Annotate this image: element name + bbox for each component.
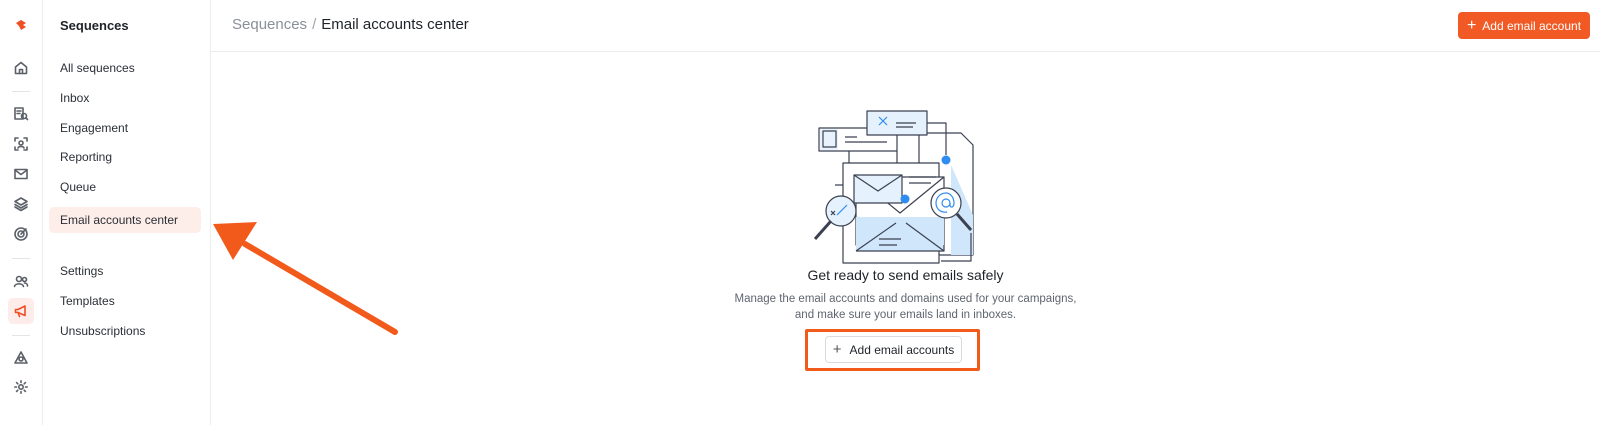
home-icon[interactable] [8,55,34,81]
plus-icon: + [832,341,842,358]
rail-divider [12,91,30,92]
sidebar-item-reporting[interactable]: Reporting [49,144,201,170]
empty-state-description: Manage the email accounts and domains us… [211,291,1600,323]
layers-icon[interactable] [8,191,34,217]
people-icon[interactable] [8,268,34,294]
add-email-account-button[interactable]: + Add email account [1458,12,1590,39]
plus-icon: + [1466,16,1477,34]
breadcrumb: Sequences / Email accounts center [232,16,469,33]
rail-divider [12,258,30,259]
sidebar-heading: Sequences [60,18,129,33]
prospect-search-icon[interactable] [8,101,34,127]
top-bar: Sequences / Email accounts center + Add em… [211,0,1600,52]
main-content: Get ready to send emails safely Manage t… [211,53,1600,425]
description-line-1: Manage the email accounts and domains us… [734,293,1077,305]
page-title: Email accounts center [321,16,469,33]
network-icon[interactable] [8,345,34,371]
target-icon[interactable] [8,221,34,247]
contacts-icon[interactable] [8,131,34,157]
sequences-sidebar: Sequences All sequences Inbox Engagement… [43,0,211,425]
rail-divider [12,335,30,336]
sidebar-item-templates[interactable]: Templates [49,288,201,314]
description-line-2: and make sure your emails land in inboxe… [794,309,1017,321]
mail-check-icon[interactable] [8,161,34,187]
sidebar-item-inbox[interactable]: Inbox [49,85,201,111]
sidebar-item-queue[interactable]: Queue [49,174,201,200]
sidebar-item-email-accounts-center[interactable]: Email accounts center [49,207,201,233]
sidebar-item-engagement[interactable]: Engagement [49,115,201,141]
sidebar-item-unsubscriptions[interactable]: Unsubscriptions [49,318,201,344]
breadcrumb-parent[interactable]: Sequences [232,16,307,33]
sidebar-item-settings[interactable]: Settings [49,258,201,284]
sidebar-item-all-sequences[interactable]: All sequences [49,55,201,81]
breadcrumb-separator: / [312,16,317,33]
empty-state-title: Get ready to send emails safely [807,267,1004,283]
logo-icon[interactable] [8,12,34,38]
settings-icon[interactable] [8,374,34,400]
add-email-accounts-label: Add email accounts [849,342,955,357]
add-email-account-label: Add email account [1482,18,1582,33]
annotation-arrow-icon [213,222,398,335]
megaphone-icon[interactable] [8,298,34,324]
icon-rail [0,0,43,425]
add-email-accounts-button[interactable]: + Add email accounts [825,336,962,363]
